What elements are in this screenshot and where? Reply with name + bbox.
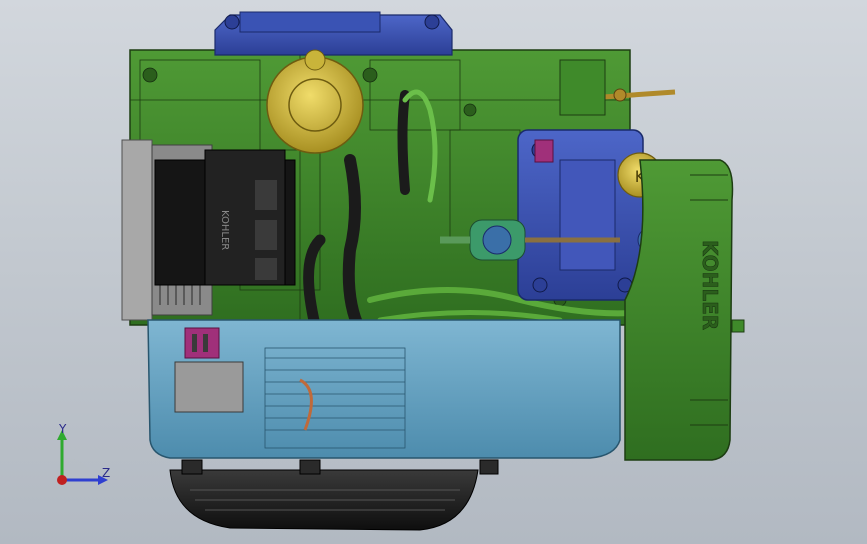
air-filter-housing[interactable] (517, 129, 644, 301)
module-brand-text: KOHLER (219, 210, 230, 250)
engine-assembly-model[interactable]: KOHLER K KOHLER (0, 0, 867, 544)
triad-z-label: Z (102, 466, 111, 480)
cad-graphics-viewport[interactable]: KOHLER K KOHLER Y Z (0, 0, 867, 544)
top-blower-cover[interactable] (214, 11, 453, 56)
blower-housing-right[interactable]: KOHLER (624, 159, 745, 461)
bottom-shroud[interactable] (169, 469, 479, 531)
triad-y-label: Y (59, 422, 67, 436)
kohler-brand-text: KOHLER (698, 240, 722, 330)
